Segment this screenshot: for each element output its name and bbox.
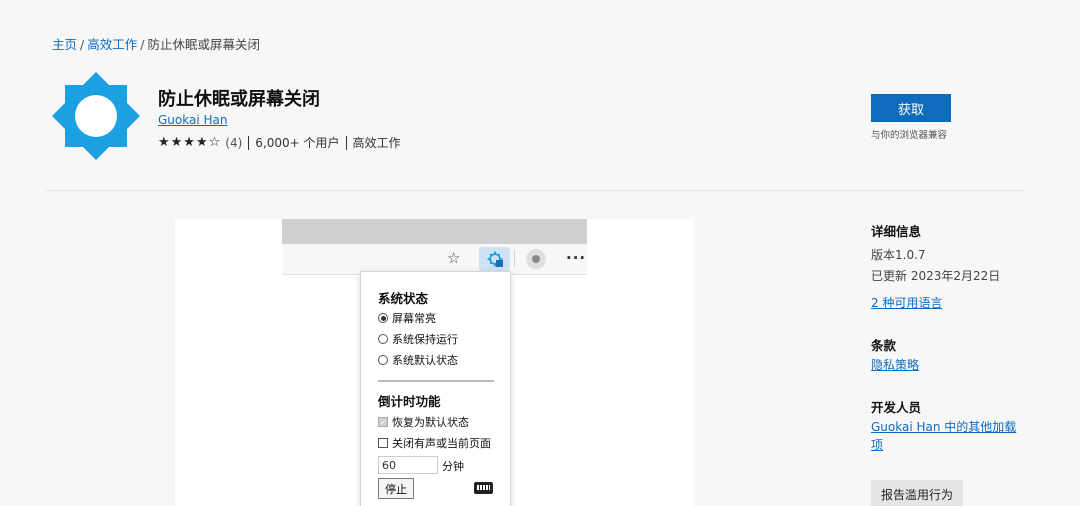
- developer-heading: 开发人员: [871, 400, 922, 415]
- radio-keep-running: 系统保持运行: [378, 331, 458, 347]
- user-count: 6,000+ 个用户: [255, 136, 340, 150]
- radio-icon: [378, 355, 388, 365]
- developer-other-addons-link-cont[interactable]: 项: [871, 436, 883, 453]
- checkbox-checked-icon: ✓: [378, 417, 388, 427]
- breadcrumb-home-link[interactable]: 主页: [52, 37, 77, 52]
- check-close-page: 关闭有声或当前页面: [378, 435, 491, 451]
- radio-default-state: 系统默认状态: [378, 352, 458, 368]
- author-link[interactable]: Guokai Han: [158, 113, 227, 127]
- countdown-heading: 倒计时功能: [378, 394, 441, 409]
- breadcrumb: 主页 / 高效工作 / 防止休眠或屏幕关闭: [52, 34, 260, 53]
- extension-icon: [479, 247, 510, 271]
- radio-screen-on: 屏幕常亮: [378, 310, 436, 326]
- toolbar-separator: [514, 250, 515, 267]
- minutes-input: 60: [378, 456, 438, 474]
- star-plus-icon: ☆: [447, 249, 461, 267]
- breadcrumb-separator: /: [80, 37, 85, 52]
- checkbox-icon: [378, 438, 388, 448]
- breadcrumb-separator: /: [140, 37, 145, 52]
- browser-tab-bar: [282, 219, 587, 244]
- popup-divider: [378, 380, 494, 382]
- radio-icon: [378, 334, 388, 344]
- get-button[interactable]: 获取: [871, 94, 951, 122]
- details-heading: 详细信息: [871, 224, 922, 239]
- breadcrumb-category-link[interactable]: 高效工作: [87, 37, 137, 52]
- section-divider: [46, 190, 1024, 191]
- minutes-unit: 分钟: [442, 460, 464, 473]
- extension-meta: ★★★★☆ (4) 6,000+ 个用户 高效工作: [158, 134, 401, 151]
- stop-button: 停止: [378, 478, 414, 499]
- keyboard-icon: [474, 482, 493, 494]
- rating-stars: ★★★★☆: [158, 135, 222, 150]
- category-label: 高效工作: [352, 136, 401, 150]
- meta-divider: [345, 135, 347, 150]
- breadcrumb-current: 防止休眠或屏幕关闭: [147, 37, 260, 52]
- check-restore-default: ✓ 恢复为默认状态: [378, 416, 469, 429]
- profile-icon: [526, 249, 546, 269]
- version-text: 版本1.0.7: [871, 248, 926, 262]
- radio-selected-icon: [378, 313, 388, 323]
- report-abuse-button[interactable]: 报告滥用行为: [871, 480, 963, 506]
- screenshot-preview[interactable]: ☆ ··· 系统状态 屏幕常亮 系统保持运行 系统默认状态 倒计时功能 ✓ 恢复为…: [175, 219, 694, 506]
- privacy-link[interactable]: 隐私策略: [871, 356, 919, 373]
- compat-note: 与你的浏览器兼容: [871, 130, 948, 141]
- terms-heading: 条款: [871, 338, 897, 353]
- system-state-heading: 系统状态: [378, 291, 429, 306]
- sun-gear-icon: [52, 72, 140, 160]
- meta-divider: [248, 135, 250, 150]
- rating-count[interactable]: (4): [225, 136, 242, 150]
- extension-title: 防止休眠或屏幕关闭: [158, 89, 320, 110]
- updated-text: 已更新 2023年2月22日: [871, 269, 1001, 283]
- languages-link[interactable]: 2 种可用语言: [871, 294, 942, 311]
- extension-popup: 系统状态 屏幕常亮 系统保持运行 系统默认状态 倒计时功能 ✓ 恢复为默认状态 关…: [360, 271, 511, 506]
- developer-other-addons-link[interactable]: Guokai Han 中的其他加载: [871, 418, 1016, 435]
- more-icon: ···: [566, 249, 587, 267]
